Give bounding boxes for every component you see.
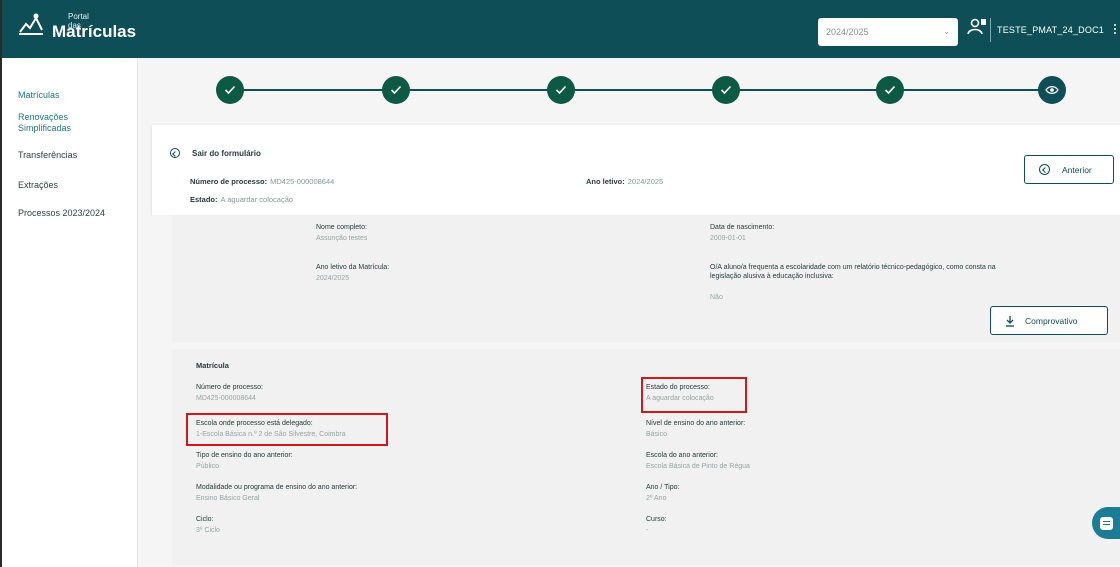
process-number-value: MD425-000008644 (270, 177, 335, 186)
inclusive-education-question: O/A aluno/a frequenta a escolaridade com… (710, 264, 996, 280)
sidebar-item-processos-2023-2024[interactable]: Processos 2023/2024 (18, 208, 105, 219)
chat-icon (1100, 516, 1113, 530)
back-circle-icon[interactable] (170, 148, 180, 158)
enroll-year-value: 2024/2025 (316, 275, 350, 282)
full-name-value: Assunção testes (316, 235, 368, 242)
user-name[interactable]: TESTE_PMAT_24_DOC1 (997, 25, 1104, 35)
highlight-process-state (641, 377, 747, 413)
birth-date-value: 2009-01-01 (710, 235, 746, 242)
cycle-value: 3º Ciclo (196, 527, 220, 534)
birth-date-label: Data de nascimento: (710, 224, 775, 231)
download-proof-button[interactable]: Comprovativo (990, 306, 1108, 335)
sidebar: Matrículas Renovações Simplificadas Tran… (2, 58, 138, 567)
previous-button-label: Anterior (1062, 164, 1092, 175)
prev-modality-label: Modalidade ou programa de ensino do ano … (196, 484, 358, 491)
prev-school-value: Escola Básica de Pinto de Régua (646, 463, 750, 470)
school-year-value: 2024/2025 (826, 27, 869, 37)
step-2-complete[interactable] (382, 76, 410, 104)
student-data-card: Nome completo: Assunção testes Data de n… (172, 215, 1120, 343)
school-year-select[interactable]: 2024/2025 ⌄ (818, 18, 958, 46)
process-number-label: Número de processo: (190, 177, 268, 186)
state-value: A aguardar colocação (220, 195, 294, 204)
sidebar-item-extracoes[interactable]: Extrações (18, 180, 58, 191)
logo-title: Matrículas (52, 22, 137, 41)
logo-icon (16, 10, 46, 40)
chevron-down-icon: ⌄ (943, 27, 950, 36)
sidebar-item-renovacoes[interactable]: Renovações Simplificadas (18, 112, 118, 134)
exit-form-link[interactable]: Sair do formulário (192, 149, 261, 158)
more-vertical-icon[interactable] (1114, 22, 1118, 36)
step-6-current[interactable] (1038, 76, 1066, 104)
matricula-section-title: Matrícula (196, 361, 229, 370)
form-content: Nome completo: Assunção testes Data de n… (152, 215, 1120, 567)
course-label: Curso: (646, 516, 667, 523)
matricula-process-number-label: Número de processo: (196, 384, 263, 391)
prev-type-value: Público (196, 463, 219, 470)
step-5-complete[interactable] (876, 76, 904, 104)
previous-button[interactable]: Anterior (1024, 155, 1114, 184)
user-divider (990, 18, 991, 42)
user-account-icon[interactable] (966, 16, 988, 38)
download-proof-label: Comprovativo (1025, 315, 1078, 326)
top-bar: Portal das Matrículas 2024/2025 ⌄ TESTE_… (2, 0, 1120, 58)
step-3-complete[interactable] (547, 76, 575, 104)
check-icon (720, 85, 732, 95)
prev-type-label: Tipo de ensino do ano anterior: (196, 452, 293, 459)
check-icon (884, 85, 896, 95)
enroll-year-label: Ano letivo da Matrícula: (316, 264, 390, 271)
highlight-delegated-school (186, 413, 388, 446)
step-1-complete[interactable] (216, 76, 244, 104)
progress-stepper (152, 58, 1120, 123)
course-value: - (646, 527, 649, 534)
sidebar-item-transferencias[interactable]: Transferências (18, 150, 77, 161)
step-4-complete[interactable] (712, 76, 740, 104)
school-year-label: Ano letivo: (586, 177, 625, 186)
sidebar-item-matriculas[interactable]: Matrículas (18, 90, 60, 101)
school-year-meta: Ano letivo: 2024/2025 (586, 177, 663, 186)
check-icon (224, 85, 236, 95)
state-label: Estado: (190, 195, 218, 204)
chat-button[interactable] (1092, 507, 1120, 539)
prev-level-label: Nível de ensino do ano anterior: (646, 420, 746, 427)
prev-level-value: Básico (646, 431, 668, 438)
prev-modality-value: Ensino Básico Geral (196, 495, 260, 502)
portal-logo[interactable]: Portal das Matrículas (16, 10, 136, 41)
check-icon (390, 85, 402, 95)
year-type-value: 2º Ano (646, 495, 667, 502)
app-frame: Portal das Matrículas 2024/2025 ⌄ TESTE_… (0, 0, 1120, 567)
state-meta: Estado: A aguardar colocação (190, 195, 293, 204)
form-header-panel: Sair do formulário Número de processo: MD… (152, 125, 1120, 215)
full-name-label: Nome completo: (316, 224, 367, 231)
stepper-line (238, 89, 1044, 91)
matricula-process-number-value: MD425-000008644 (196, 395, 256, 402)
process-number-meta: Número de processo: MD425-000008644 (190, 177, 334, 186)
inclusive-education-value: Não (710, 294, 723, 301)
download-icon (1005, 315, 1015, 327)
year-type-label: Ano / Tipo: (646, 484, 680, 491)
back-circle-icon (1039, 164, 1050, 175)
prev-school-label: Escola do ano anterior: (646, 452, 718, 459)
eye-icon (1045, 85, 1059, 95)
check-icon (555, 85, 567, 95)
matricula-card: Matrícula Número de processo: MD425-0000… (172, 349, 1120, 565)
school-year-meta-value: 2024/2025 (627, 177, 664, 186)
cycle-label: Ciclo: (196, 516, 214, 523)
